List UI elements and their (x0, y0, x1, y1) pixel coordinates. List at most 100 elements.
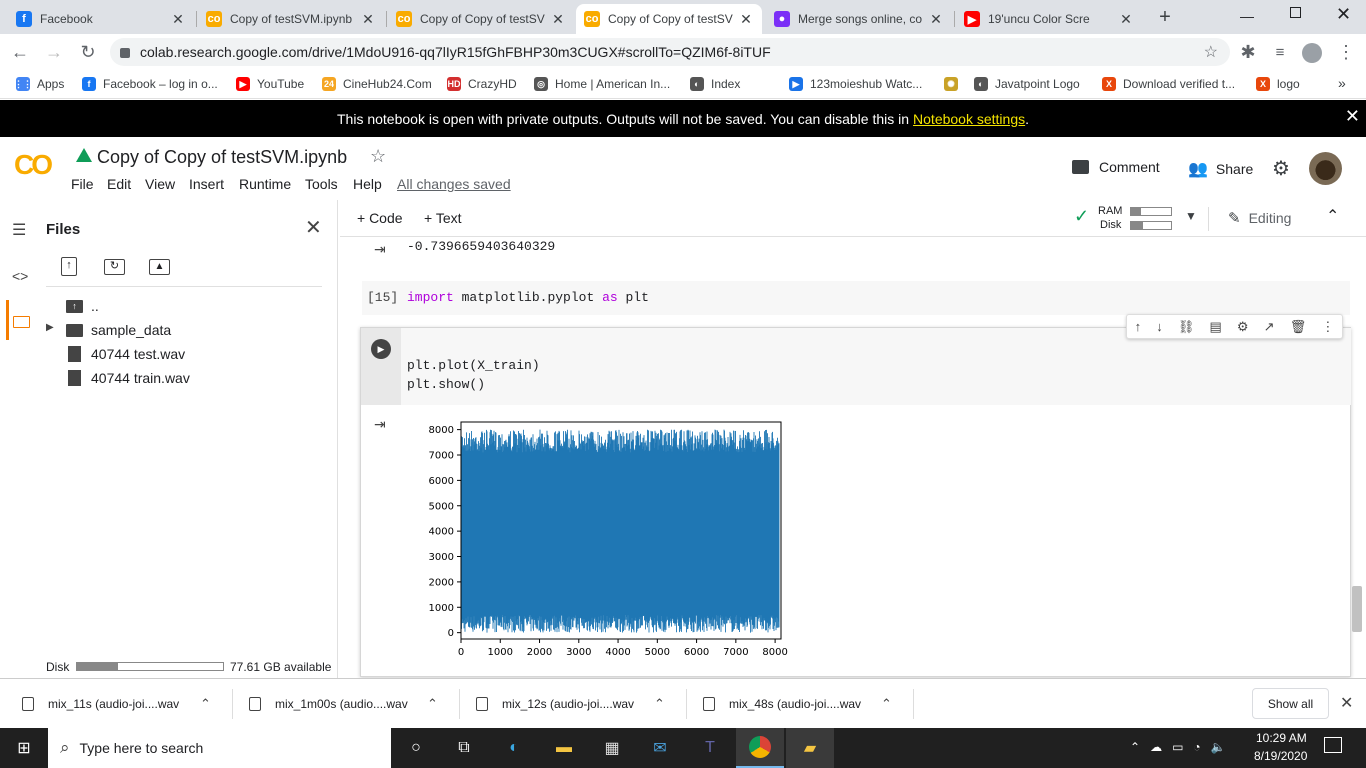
runtime-dropdown-icon[interactable]: ▼ (1185, 209, 1197, 223)
file-row[interactable]: 40744 test.wav (66, 343, 185, 365)
notebook-settings-link[interactable]: Notebook settings (913, 111, 1025, 127)
more-bookmarks-chevron-icon[interactable]: » (1338, 75, 1346, 91)
table-of-contents-icon[interactable]: ☰ (12, 220, 26, 240)
onedrive-icon[interactable]: ☁ (1150, 740, 1162, 754)
extensions-puzzle-icon[interactable]: ✱ (1236, 40, 1260, 64)
profile-avatar[interactable] (1302, 43, 1322, 63)
download-item[interactable]: mix_1m00s (audio....wav ⌃ (249, 690, 438, 718)
close-tab-icon[interactable]: ✕ (170, 11, 186, 28)
forward-arrow-icon[interactable]: → (42, 40, 66, 64)
mirror-cell-icon[interactable]: ↗ (1264, 319, 1275, 335)
bookmark-item[interactable]: f Facebook – log in o... (82, 75, 218, 93)
refresh-folder-icon[interactable]: ↻ (104, 259, 125, 275)
user-avatar[interactable] (1309, 152, 1342, 185)
share-button[interactable]: 👥 Share (1188, 159, 1253, 179)
media-playlist-icon[interactable]: ≡ (1268, 40, 1292, 64)
menu-item-insert[interactable]: Insert (189, 176, 224, 192)
new-tab-button[interactable]: + (1155, 6, 1175, 29)
menu-item-edit[interactable]: Edit (107, 176, 131, 192)
edge-icon[interactable]: ◐ (490, 728, 538, 768)
files-folder-icon[interactable] (6, 300, 9, 340)
back-arrow-icon[interactable]: ← (8, 40, 32, 64)
comment-button[interactable]: Comment (1072, 159, 1160, 175)
download-item[interactable]: mix_12s (audio-joi....wav ⌃ (476, 690, 665, 718)
editing-mode-button[interactable]: ✎ Editing (1228, 209, 1291, 227)
show-all-button[interactable]: Show all (1252, 688, 1329, 719)
notebook-title[interactable]: Copy of Copy of testSVM.ipynb (97, 147, 347, 168)
folder-row[interactable]: ▶ sample_data (46, 319, 171, 341)
browser-tab[interactable]: co Copy of Copy of testSV ✕ (388, 4, 574, 34)
file-explorer-icon[interactable]: ▬ (540, 728, 588, 768)
close-tab-icon[interactable]: ✕ (360, 11, 376, 28)
folder-app-icon[interactable]: ▰ (786, 728, 834, 768)
close-window-button[interactable]: ✕ (1336, 4, 1351, 25)
bookmark-item[interactable]: ▶ YouTube (236, 75, 304, 93)
cell-settings-icon[interactable]: ⚙ (1237, 319, 1249, 335)
settings-gear-icon[interactable]: ⚙ (1272, 156, 1290, 181)
menu-item-view[interactable]: View (145, 176, 175, 192)
bookmark-item[interactable]: Xlogo (1256, 75, 1300, 93)
menu-item-runtime[interactable]: Runtime (239, 176, 291, 192)
bookmark-item[interactable]: X Download verified t... (1102, 75, 1235, 93)
cell-code-editor[interactable] (401, 328, 1351, 405)
parent-directory-row[interactable]: ↑ .. (66, 295, 99, 317)
battery-icon[interactable]: ▭ (1172, 740, 1183, 754)
minimize-window-button[interactable]: — (1240, 8, 1254, 24)
delete-cell-icon[interactable]: 🗑 (1290, 319, 1307, 335)
bookmark-item[interactable]: ✺ (944, 75, 965, 93)
close-tab-icon[interactable]: ✕ (928, 11, 944, 28)
teams-icon[interactable]: T (686, 728, 734, 768)
menu-item-file[interactable]: File (71, 176, 94, 192)
bookmark-item[interactable]: 24 CineHub24.Com (322, 75, 432, 93)
star-notebook-icon[interactable]: ☆ (370, 146, 386, 167)
show-hidden-icons-icon[interactable]: ⌃ (1130, 740, 1140, 754)
add-text-button[interactable]: + Text (424, 210, 462, 226)
volume-icon[interactable]: 🔈 (1211, 740, 1226, 754)
menu-item-help[interactable]: Help (353, 176, 382, 192)
bookmark-item[interactable]: ◎ Home | American In... (534, 75, 670, 93)
download-options-chevron-icon[interactable]: ⌃ (200, 696, 211, 712)
menu-item-tools[interactable]: Tools (305, 176, 338, 192)
notifications-icon[interactable] (1324, 737, 1342, 753)
resources-indicator[interactable]: RAM Disk (1092, 205, 1182, 233)
clock-time[interactable]: 10:29 AM (1256, 731, 1307, 745)
bookmark-item[interactable]: HD CrazyHD (447, 75, 517, 93)
add-comment-icon[interactable]: ▤ (1209, 319, 1221, 335)
close-tab-icon[interactable]: ✕ (1118, 11, 1134, 28)
collapse-header-chevron-icon[interactable]: ⌃ (1326, 206, 1339, 226)
download-item[interactable]: mix_48s (audio-joi....wav ⌃ (703, 690, 892, 718)
download-options-chevron-icon[interactable]: ⌃ (881, 696, 892, 712)
expand-caret-icon[interactable]: ▶ (46, 322, 54, 333)
windows-start-icon[interactable]: ⊞ (0, 728, 48, 768)
more-actions-icon[interactable]: ⋮ (1321, 319, 1334, 335)
browser-tab[interactable]: f Facebook ✕ (8, 4, 194, 34)
run-cell-button[interactable]: ▶ (371, 339, 391, 359)
taskbar-search-box[interactable]: ⌕ Type here to search (48, 728, 391, 768)
reload-icon[interactable]: ↻ (76, 40, 100, 64)
clock-date[interactable]: 8/19/2020 (1254, 749, 1307, 763)
task-view-icon[interactable]: ⧉ (440, 728, 488, 768)
download-options-chevron-icon[interactable]: ⌃ (654, 696, 665, 712)
bookmark-item[interactable]: ◐ Javatpoint Logo (974, 75, 1080, 93)
download-options-chevron-icon[interactable]: ⌃ (427, 696, 438, 712)
page-scrollbar[interactable] (1352, 586, 1362, 632)
move-cell-down-icon[interactable]: ↓ (1156, 319, 1163, 334)
code-cell-15[interactable]: [15] import matplotlib.pyplot as plt (362, 281, 1350, 315)
browser-tab[interactable]: co Copy of testSVM.ipynb ✕ (198, 4, 384, 34)
restore-window-button[interactable] (1290, 7, 1301, 18)
close-sidebar-icon[interactable]: ✕ (305, 215, 322, 240)
address-bar[interactable]: colab.research.google.com/drive/1MdoU916… (110, 38, 1230, 66)
upload-file-icon[interactable]: ↑ (61, 257, 77, 276)
bookmark-star-icon[interactable]: ☆ (1204, 42, 1218, 62)
active-code-cell[interactable]: ▶ plt.plot(X_train) plt.show() ↑ ↓ ⛓ ▤ ⚙… (360, 314, 1351, 677)
close-downloads-icon[interactable]: ✕ (1340, 693, 1353, 713)
cortana-icon[interactable]: ○ (392, 728, 440, 768)
chrome-icon[interactable] (736, 728, 784, 768)
mail-icon[interactable]: ✉ (636, 728, 684, 768)
bookmark-item[interactable]: ◐ Index (690, 75, 740, 93)
files-folder-tab-icon[interactable] (13, 316, 30, 328)
file-row[interactable]: 40744 train.wav (66, 367, 190, 389)
browser-menu-icon[interactable]: ⋮ (1334, 40, 1358, 64)
colab-logo[interactable]: CO (14, 149, 53, 181)
banner-close-icon[interactable]: ✕ (1345, 106, 1360, 127)
